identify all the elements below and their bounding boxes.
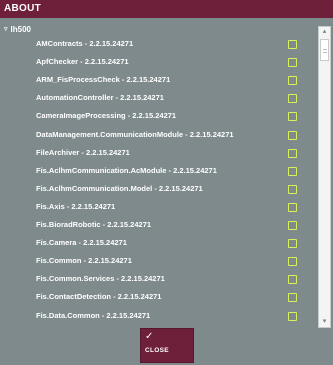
list-item-label: Fis.Common - 2.2.15.24271 (36, 256, 132, 266)
close-button[interactable]: ✓ CLOSE (140, 328, 194, 363)
checkbox-icon[interactable] (288, 40, 297, 49)
list-item-label: AutomationController - 2.2.15.24271 (36, 93, 164, 103)
list-item-label: Fis.Data.Common - 2.2.15.24271 (36, 310, 151, 320)
list-item: CameraImageProcessing - 2.2.15.24271 (0, 106, 310, 126)
list-item-label: FileArchiver - 2.2.15.24271 (36, 147, 130, 157)
list-item-label: Fis.Camera - 2.2.15.24271 (36, 238, 127, 248)
list-item-label: Fis.AclhmCommunication.Model - 2.2.15.24… (36, 183, 203, 193)
checkbox-icon[interactable] (288, 148, 297, 158)
list-item-label: Fis.BioradRobotic - 2.2.15.24271 (36, 220, 152, 229)
list-item: FileArchiver - 2.2.15.24271 (0, 143, 310, 163)
list-item: Fis.Common.Services - 2.2.15.24271 (0, 269, 310, 289)
list-item-label: AMContracts - 2.2.15.24271 (36, 39, 134, 48)
list-item: ARM_FisProcessCheck - 2.2.15.24271 (0, 70, 310, 90)
list-item: Fis.ContactDetection - 2.2.15.24271 (0, 287, 310, 307)
list-item-label: ApfChecker - 2.2.15.24271 (36, 57, 129, 67)
list-item: Fis.Axis - 2.2.15.24271 (0, 197, 310, 217)
list-item: Fis.AclhmCommunication.Model - 2.2.15.24… (0, 179, 310, 199)
list-item-label: Fis.AclhmCommunication.AcModule - 2.2.15… (36, 165, 217, 175)
list-item-label: Fis.Axis - 2.2.15.24271 (36, 201, 116, 211)
checkbox-icon[interactable] (288, 293, 297, 303)
scroll-up-icon[interactable]: ▴ (319, 27, 330, 37)
close-button-label: CLOSE (145, 347, 169, 354)
list-item-label: Fis.ContactDetection - 2.2.15.24271 (36, 292, 162, 302)
list-item: AMContracts - 2.2.15.24271 (0, 34, 310, 54)
checkbox-icon[interactable] (288, 130, 297, 140)
scrollbar-thumb[interactable] (320, 39, 329, 61)
checkbox-icon[interactable] (288, 275, 297, 285)
checkbox-icon[interactable] (288, 94, 297, 104)
list-item-label: Fis.Common.Services - 2.2.15.24271 (36, 274, 165, 284)
list-item: Fis.Common - 2.2.15.24271 (0, 251, 310, 271)
checkbox-icon[interactable] (288, 76, 297, 86)
scroll-down-icon[interactable]: ▾ (319, 317, 330, 327)
checkmark-icon: ✓ (145, 331, 154, 342)
checkbox-icon[interactable] (288, 221, 297, 230)
list-item: DataManagement.CommunicationModule - 2.2… (0, 125, 310, 145)
checkbox-icon[interactable] (288, 58, 297, 68)
component-list: AMContracts - 2.2.15.24271 ApfChecker - 2… (0, 34, 310, 324)
checkbox-icon[interactable] (288, 166, 297, 176)
list-item-label: ARM_FisProcessCheck - 2.2.15.24271 (36, 75, 171, 85)
list-item: ApfChecker - 2.2.15.24271 (0, 52, 310, 72)
list-item-label: DataManagement.CommunicationModule - 2.2… (36, 129, 234, 139)
checkbox-icon[interactable] (288, 239, 297, 249)
list-item: Fis.AclhmCommunication.AcModule - 2.2.15… (0, 161, 310, 181)
vertical-scrollbar[interactable]: ▴ ▾ (318, 26, 331, 328)
list-item: AutomationController - 2.2.15.24271 (0, 88, 310, 108)
checkbox-icon[interactable] (288, 184, 297, 194)
checkbox-icon[interactable] (288, 257, 297, 267)
checkbox-icon[interactable] (288, 112, 297, 122)
list-item-label: CameraImageProcessing - 2.2.15.24271 (36, 111, 177, 121)
collapse-toggle-icon[interactable]: ▿ (4, 25, 8, 33)
tree-root-label: lh500 (10, 24, 31, 34)
checkbox-icon[interactable] (288, 311, 297, 321)
list-item: Fis.Camera - 2.2.15.24271 (0, 233, 310, 253)
list-item: Fis.BioradRobotic - 2.2.15.24271 (0, 215, 310, 235)
checkbox-icon[interactable] (288, 202, 297, 212)
list-item: Fis.Data.Common - 2.2.15.24271 (0, 306, 310, 325)
window-title: ABOUT (0, 0, 333, 18)
